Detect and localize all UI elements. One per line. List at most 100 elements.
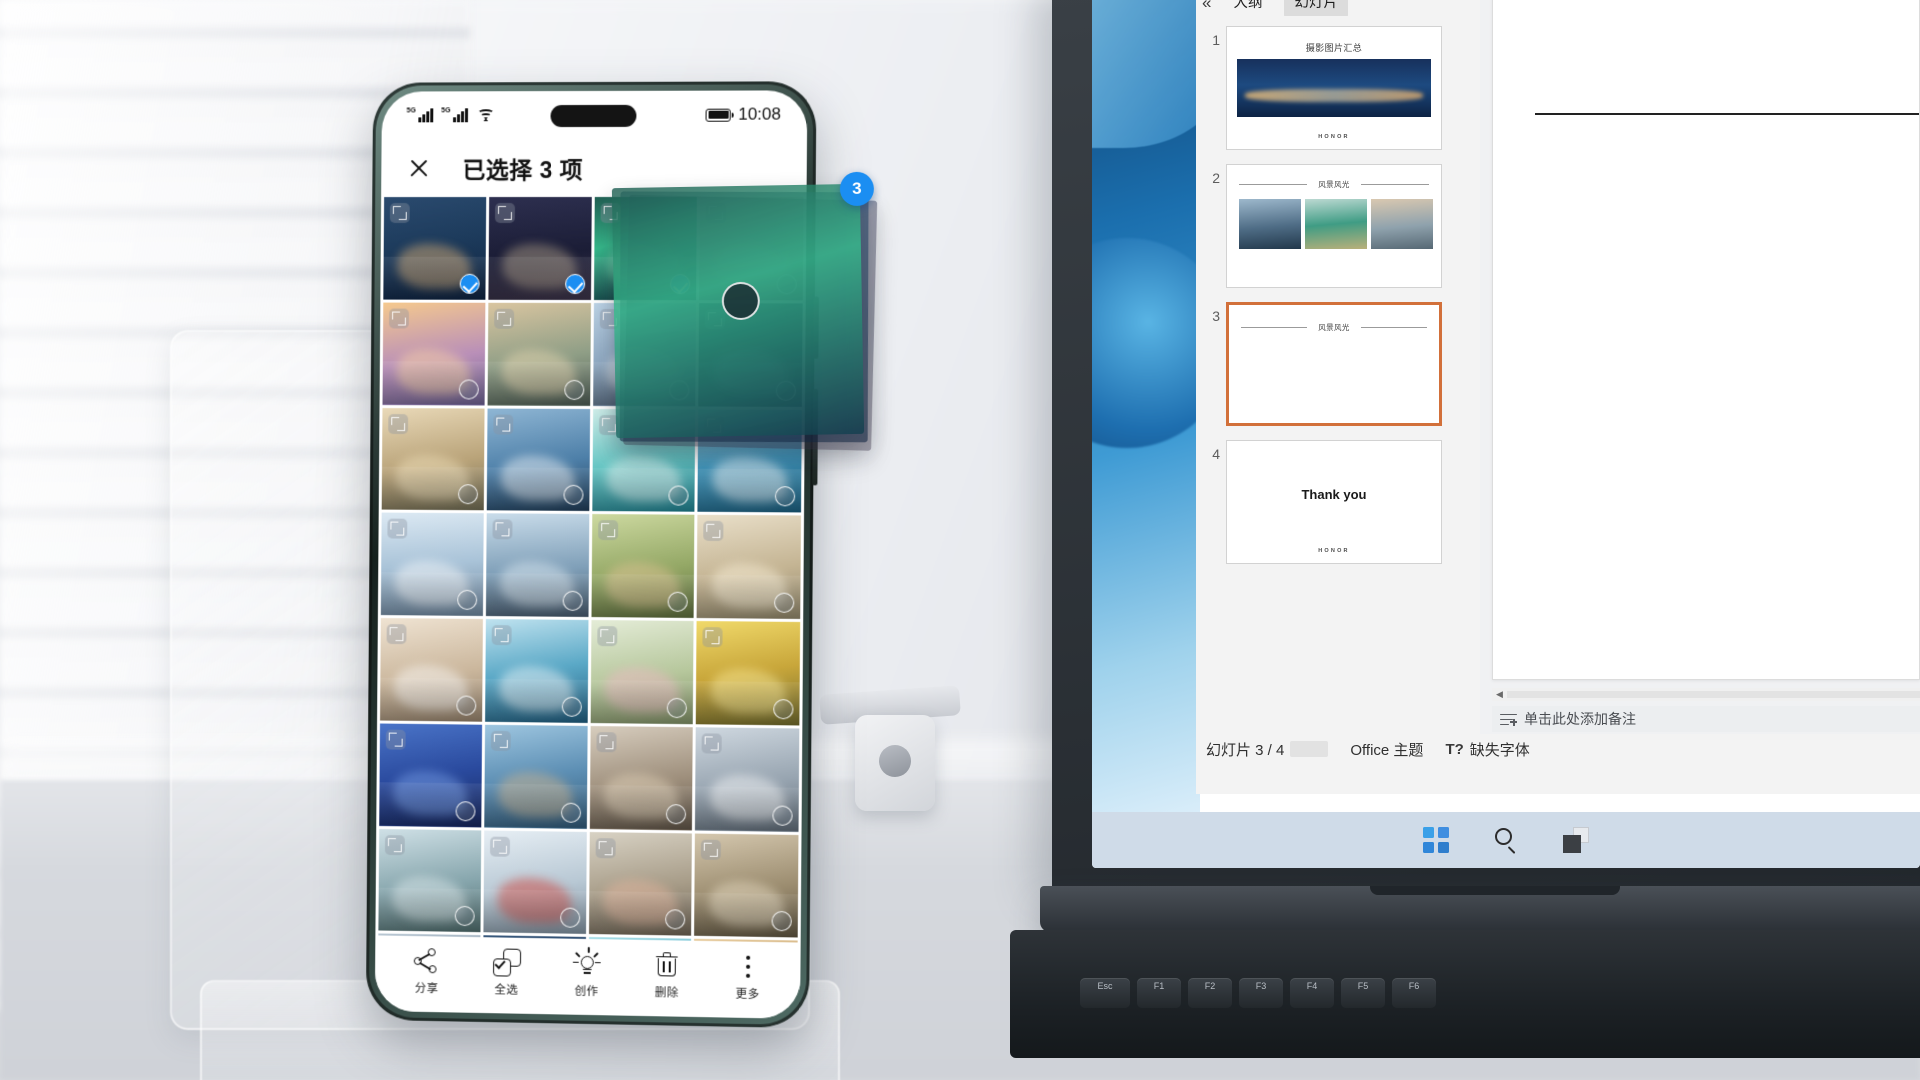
tab-outline[interactable]: 大纲 [1223,0,1272,17]
photo-select-circle-icon[interactable] [454,906,475,927]
photo-expand-icon[interactable] [705,308,726,330]
double-chevron-left-icon[interactable]: « [1202,0,1211,11]
slide-counter[interactable]: 幻灯片 3 / 4 [1206,739,1329,760]
slide-thumbnail-row[interactable]: 2 风景风光 [1196,160,1474,298]
more-button[interactable]: 更多 [711,952,784,1002]
select-all-button[interactable]: 全选 [471,947,543,997]
photo-thumbnail[interactable] [592,302,697,406]
photo-select-circle-icon[interactable] [666,803,687,824]
photo-expand-icon[interactable] [703,521,724,542]
current-slide-canvas[interactable] [1492,0,1920,680]
slide-canvas-area[interactable]: ◀ [1480,0,1920,734]
task-view-icon[interactable] [1563,827,1589,853]
photo-select-circle-icon[interactable] [562,590,583,611]
photo-select-circle-icon[interactable] [560,802,581,823]
photo-expand-icon[interactable] [385,729,406,750]
slide-thumbnail-1[interactable]: 摄影图片汇总 HONOR [1226,26,1442,150]
photo-select-circle-icon[interactable] [666,697,688,718]
slide-thumbnail-row[interactable]: 4 Thank you HONOR [1196,436,1474,574]
photo-expand-icon[interactable] [386,624,407,645]
photo-select-circle-icon[interactable] [772,805,793,826]
slide-thumbnail-row[interactable]: 3 风景风光 [1196,298,1474,436]
photo-select-circle-icon[interactable] [776,273,797,295]
photo-expand-icon[interactable] [595,837,616,858]
photo-select-circle-icon[interactable] [669,379,690,400]
photo-thumbnail[interactable] [487,302,591,406]
volume-button[interactable] [813,296,819,359]
photo-selected-check-icon[interactable] [564,273,585,294]
photo-expand-icon[interactable] [489,836,510,857]
photo-expand-icon[interactable] [596,626,617,647]
share-button[interactable]: 分享 [391,946,463,996]
photo-thumbnail[interactable] [379,723,482,827]
missing-font-indicator[interactable]: T? 缺失字体 [1445,739,1529,760]
theme-indicator[interactable]: Office 主题 [1350,739,1423,760]
photo-select-circle-icon[interactable] [563,379,584,400]
photo-thumbnail[interactable] [588,831,693,936]
photo-thumbnail[interactable] [593,196,698,300]
photo-thumbnail[interactable] [697,408,802,513]
photo-expand-icon[interactable] [600,202,621,223]
power-button[interactable] [812,388,819,486]
photo-expand-icon[interactable] [595,731,617,753]
photo-thumbnail[interactable] [484,724,588,829]
photo-thumbnail[interactable] [383,197,486,300]
key-f2[interactable]: F2 [1188,978,1232,1008]
key-esc[interactable]: Esc [1080,978,1130,1008]
windows-logo-icon[interactable] [1423,827,1449,853]
close-icon[interactable] [407,156,431,180]
photo-select-circle-icon[interactable] [456,695,477,716]
photo-select-circle-icon[interactable] [458,378,479,400]
photo-thumbnail[interactable] [378,828,482,933]
photo-expand-icon[interactable] [389,308,409,329]
photo-expand-icon[interactable] [598,414,619,435]
photo-expand-icon[interactable] [493,414,514,435]
photo-thumbnail[interactable] [590,514,695,618]
photo-thumbnail[interactable] [382,302,486,406]
photo-expand-icon[interactable] [700,839,722,860]
key-f1[interactable]: F1 [1137,978,1181,1008]
photo-expand-icon[interactable] [494,203,515,223]
photo-select-circle-icon[interactable] [562,485,584,506]
photo-expand-icon[interactable] [387,518,408,539]
photo-expand-icon[interactable] [702,627,723,648]
photo-thumbnail[interactable] [698,302,803,407]
photo-select-circle-icon[interactable] [457,484,478,505]
photo-select-circle-icon[interactable] [455,800,476,821]
photo-expand-icon[interactable] [599,308,620,329]
slide-thumbnail-3[interactable]: 风景风光 [1226,302,1442,426]
slide-thumbnail-panel[interactable]: 1 摄影图片汇总 HONOR 2 风景风光 3 风景风光 4 Thank you HONOR [1196,16,1474,734]
key-f6[interactable]: F6 [1392,978,1436,1008]
scroll-left-arrow[interactable]: ◀ [1492,689,1507,700]
slide-thumbnail-2[interactable]: 风景风光 [1226,164,1442,288]
photo-selected-check-icon[interactable] [459,273,480,294]
photo-select-circle-icon[interactable] [561,696,582,717]
keyboard-function-row[interactable]: Esc F1 F2 F3 F4 F5 F6 [1080,978,1436,1008]
photo-thumbnail[interactable] [485,513,589,617]
search-icon[interactable] [1493,827,1519,854]
photo-thumbnail[interactable] [484,619,588,723]
photo-thumbnail[interactable] [699,196,804,301]
photo-thumbnail[interactable] [694,833,799,938]
photo-thumbnail[interactable] [591,408,696,512]
photo-expand-icon[interactable] [705,202,727,224]
delete-button[interactable]: 删除 [631,950,704,1000]
key-f4[interactable]: F4 [1290,978,1334,1008]
photo-expand-icon[interactable] [384,834,405,855]
photo-thumbnail[interactable] [589,725,693,830]
photo-selected-check-icon[interactable] [670,273,691,294]
photo-thumbnail[interactable] [590,620,694,724]
photo-thumbnail[interactable] [380,618,483,722]
photo-select-circle-icon[interactable] [774,592,795,613]
photo-expand-icon[interactable] [701,733,723,754]
photo-select-circle-icon[interactable] [773,698,794,720]
key-f5[interactable]: F5 [1341,978,1385,1008]
photo-expand-icon[interactable] [388,413,409,434]
photo-thumbnail[interactable] [695,727,800,832]
photo-select-circle-icon[interactable] [775,380,797,401]
photo-expand-icon[interactable] [704,415,725,436]
photo-thumbnail[interactable] [486,408,590,512]
photo-expand-icon[interactable] [491,625,512,646]
photo-expand-icon[interactable] [492,519,513,540]
notes-placeholder[interactable]: 单击此处添加备注 [1492,706,1920,732]
